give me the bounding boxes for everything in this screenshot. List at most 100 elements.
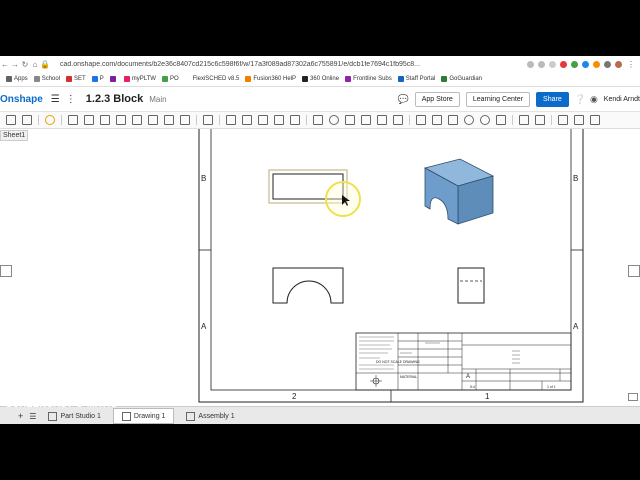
bookmark-icon xyxy=(184,76,191,82)
weld-icon[interactable] xyxy=(290,115,300,125)
onshape-logo[interactable]: Onshape xyxy=(0,94,43,105)
centerline-icon[interactable] xyxy=(416,115,426,125)
hole-table-icon[interactable] xyxy=(377,115,387,125)
title-block[interactable]: DO NOT SCALE DRAWING MATERIAL A 5:4 1 of… xyxy=(355,332,572,391)
drawing-canvas[interactable]: B A B A 2 1 DO NOT SCALE DRAWING MATERIA… xyxy=(0,118,640,405)
bookmark-item[interactable]: SET xyxy=(66,76,86,82)
share-button[interactable]: Share xyxy=(536,91,569,107)
bookmark-item[interactable]: FlexiSCHED v8.5 xyxy=(184,76,239,82)
bookmark-item[interactable] xyxy=(109,76,118,82)
bookmark-item[interactable]: P xyxy=(91,76,104,82)
broken-out-icon[interactable] xyxy=(180,115,190,125)
home-icon[interactable]: ⌂ xyxy=(30,60,40,69)
sheet-tab-sheet1[interactable]: Sheet1 xyxy=(0,130,29,141)
line-icon[interactable] xyxy=(519,115,529,125)
centermark-icon[interactable] xyxy=(432,115,442,125)
left-panel-toggle-icon[interactable] xyxy=(0,265,12,277)
toolbar-separator xyxy=(61,115,62,125)
extension-green-icon[interactable] xyxy=(571,60,578,68)
render-icon[interactable] xyxy=(45,115,55,125)
detail-view-icon[interactable] xyxy=(132,115,142,125)
dimension-icon[interactable] xyxy=(203,115,213,125)
reload-icon[interactable]: ↻ xyxy=(20,60,30,69)
auxiliary-view-icon[interactable] xyxy=(100,115,110,125)
right-panel-collapse-icon[interactable] xyxy=(628,393,638,401)
crop-view-icon[interactable] xyxy=(164,115,174,125)
hamburger-icon[interactable]: ☰ xyxy=(51,94,60,105)
bom-icon[interactable] xyxy=(361,115,371,125)
redo-icon[interactable] xyxy=(22,115,32,125)
extension-blue-icon[interactable] xyxy=(582,60,589,68)
export-icon[interactable] xyxy=(558,115,568,125)
text-icon[interactable] xyxy=(313,115,323,125)
learning-center-button[interactable]: Learning Center xyxy=(465,91,531,107)
toolbar-separator xyxy=(409,115,410,125)
document-title[interactable]: 1.2.3 Block xyxy=(86,93,143,105)
toolbar-separator xyxy=(512,115,513,125)
back-icon[interactable]: ← xyxy=(0,60,10,69)
table-icon[interactable] xyxy=(345,115,355,125)
bookmark-label: Fusion360 HelP xyxy=(253,76,297,82)
document-tab[interactable]: Assembly 1 xyxy=(178,409,242,423)
user-name[interactable]: Kendi Arndt xyxy=(604,96,640,103)
revision-table-icon[interactable] xyxy=(393,115,403,125)
section-view-icon[interactable] xyxy=(116,115,126,125)
side-view[interactable] xyxy=(457,267,485,304)
url-field[interactable]: cad.onshape.com/documents/b2e36c8407cd21… xyxy=(60,61,527,68)
tab-type-icon xyxy=(121,411,131,421)
bookmark-item[interactable]: School xyxy=(33,76,60,82)
document-tab[interactable]: Drawing 1 xyxy=(112,408,175,424)
print-icon[interactable] xyxy=(574,115,584,125)
spline-icon[interactable] xyxy=(535,115,545,125)
check-icon[interactable] xyxy=(274,115,284,125)
user-avatar-icon[interactable]: ◉ xyxy=(590,94,598,105)
insert-view-icon[interactable] xyxy=(68,115,78,125)
thread-icon[interactable] xyxy=(448,115,458,125)
tab-list-icon[interactable]: ☰ xyxy=(29,412,36,421)
datum-icon[interactable] xyxy=(258,115,268,125)
help-icon[interactable]: ❔ xyxy=(575,94,586,105)
projected-view-icon[interactable] xyxy=(84,115,94,125)
drawing-sheet-svg[interactable]: B A B A 2 1 DO NOT SCALE DRAWING MATERIA… xyxy=(0,118,640,405)
extension-orange-icon[interactable] xyxy=(593,60,600,68)
address-bar: ← → ↻ ⌂ 🔒 cad.onshape.com/documents/b2e3… xyxy=(0,56,640,72)
menu-dots-icon[interactable]: ⋮ xyxy=(626,60,636,69)
bookmark-item[interactable]: 360 Online xyxy=(302,76,339,82)
puzzle-icon[interactable] xyxy=(604,60,611,68)
app-store-button[interactable]: App Store xyxy=(414,91,460,107)
bookmark-item[interactable]: Staff Portal xyxy=(397,76,435,82)
bookmark-label: Apps xyxy=(14,76,28,82)
bookmarks-bar: Apps School SET PmyPLTW PO FlexiSCHED v8.5 Fus… xyxy=(0,72,640,87)
undo-icon[interactable] xyxy=(6,115,16,125)
bookmark-item[interactable]: Fusion360 HelP xyxy=(245,76,296,82)
bolt-circle-icon[interactable] xyxy=(464,115,474,125)
front-view[interactable] xyxy=(272,267,344,304)
add-tab-icon[interactable]: + xyxy=(18,411,23,421)
isometric-view[interactable] xyxy=(423,158,495,225)
bookmark-star-icon[interactable] xyxy=(549,60,556,68)
zoom-icon[interactable] xyxy=(538,60,545,68)
point-icon[interactable] xyxy=(480,115,490,125)
comment-icon[interactable]: 💬 xyxy=(397,94,408,105)
key-icon[interactable] xyxy=(527,60,534,68)
settings-icon[interactable] xyxy=(590,115,600,125)
chain-icon[interactable] xyxy=(496,115,506,125)
version-graph-icon[interactable]: ⋮ xyxy=(66,94,76,105)
bookmark-icon xyxy=(6,76,12,82)
bookmark-item[interactable]: PO xyxy=(161,76,179,82)
bookmark-item[interactable]: Frontline Subs xyxy=(345,76,392,82)
bookmark-icon xyxy=(123,76,130,82)
bookmark-icon xyxy=(397,76,404,82)
right-panel-wrench-icon[interactable] xyxy=(628,265,640,277)
forward-icon[interactable]: → xyxy=(10,60,20,69)
profile-avatar[interactable] xyxy=(615,60,622,68)
extension-red-icon[interactable] xyxy=(560,60,567,68)
search-icon[interactable] xyxy=(329,115,339,125)
break-view-icon[interactable] xyxy=(148,115,158,125)
bookmark-item[interactable]: GoGuardian xyxy=(441,76,482,82)
document-tab[interactable]: Part Studio 1 xyxy=(40,409,108,423)
bookmark-item[interactable]: myPLTW xyxy=(123,76,156,82)
callout-icon[interactable] xyxy=(242,115,252,125)
bookmark-item[interactable]: Apps xyxy=(6,76,28,82)
note-icon[interactable] xyxy=(226,115,236,125)
